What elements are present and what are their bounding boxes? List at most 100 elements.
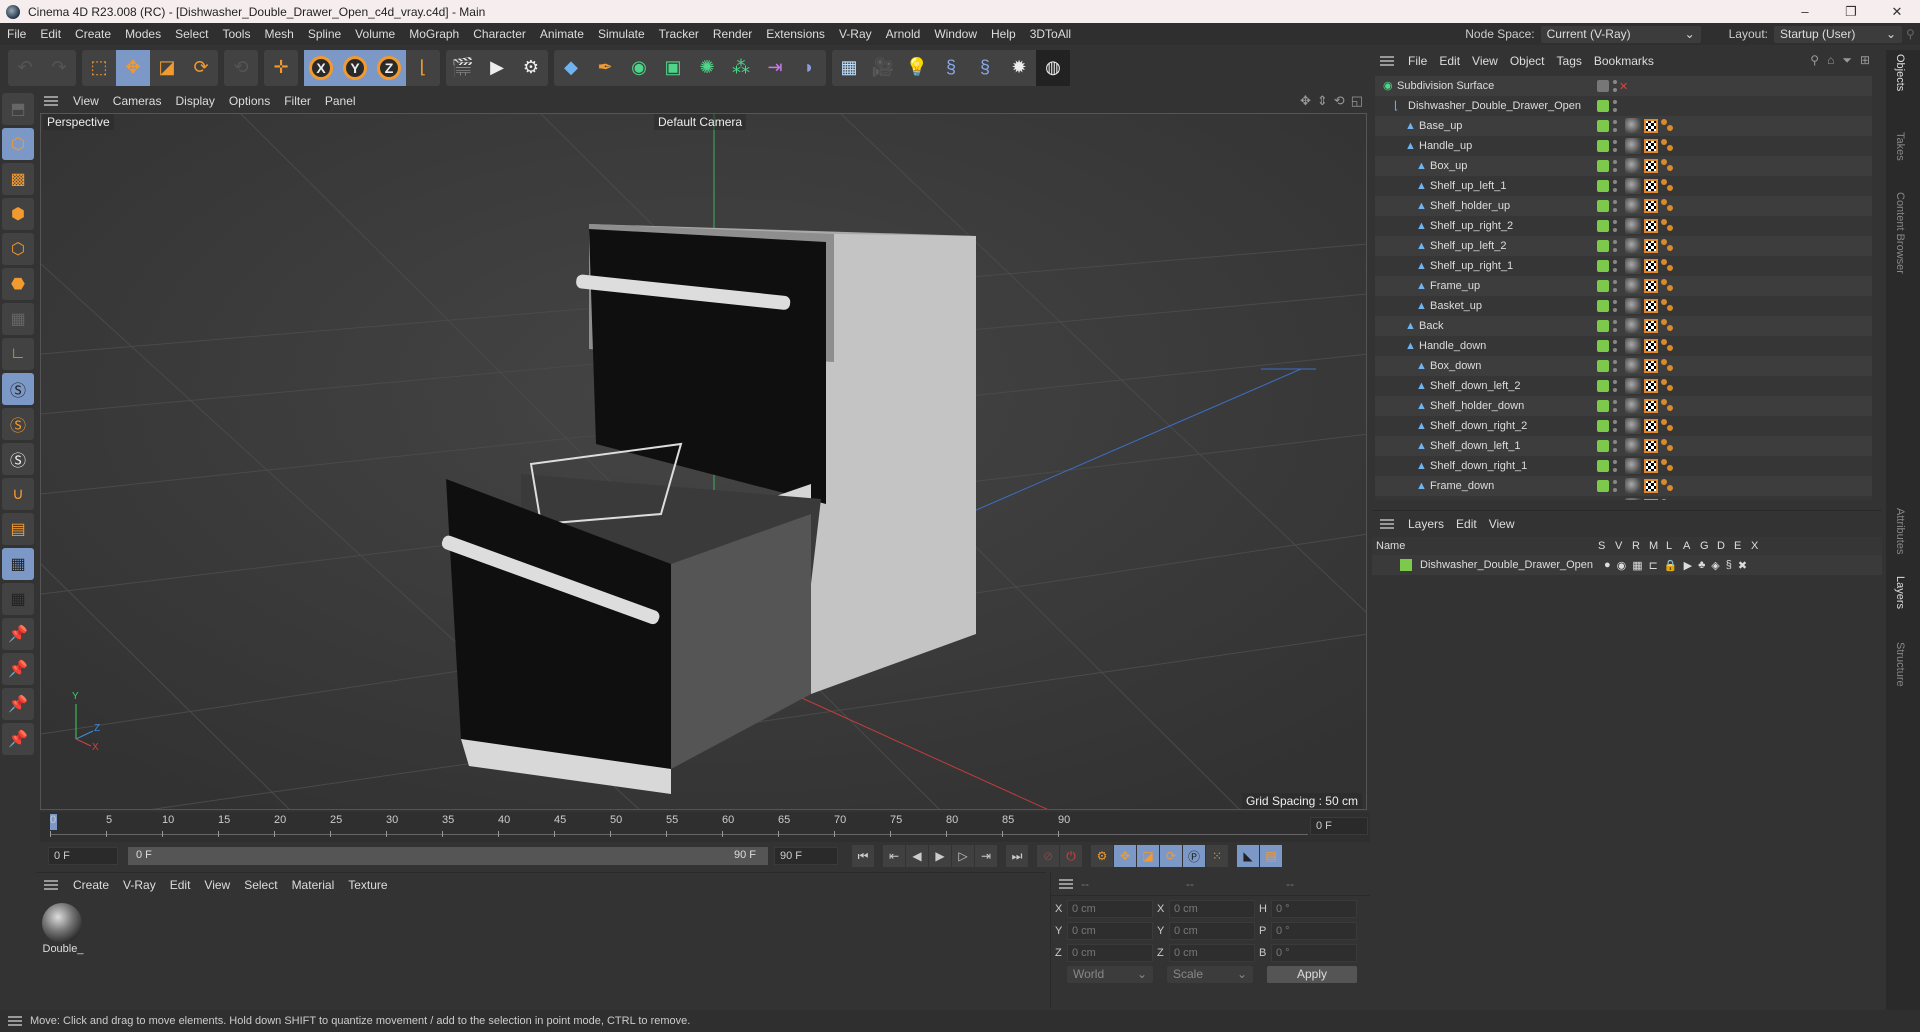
material-tag-icon[interactable] bbox=[1625, 378, 1641, 394]
hamburger-menu-icon[interactable] bbox=[44, 880, 58, 890]
uvw-tag-icon[interactable] bbox=[1644, 119, 1658, 133]
deformers-icon[interactable]: ◈ bbox=[1711, 559, 1719, 572]
uvw-tag-icon[interactable] bbox=[1644, 439, 1658, 453]
layer-column-m[interactable]: M bbox=[1649, 540, 1666, 552]
viewport-menu-options[interactable]: Options bbox=[222, 94, 277, 108]
object-row[interactable]: ▲ Box_up bbox=[1375, 156, 1872, 176]
material-tag-icon[interactable] bbox=[1625, 358, 1641, 374]
visibility-dots[interactable] bbox=[1613, 400, 1617, 412]
vray-tag-icon[interactable] bbox=[1661, 199, 1675, 213]
layer-column-name[interactable]: Name bbox=[1372, 540, 1598, 552]
object-row[interactable]: ▲ Shelf_up_left_2 bbox=[1375, 236, 1872, 256]
motion-system-icon[interactable]: ◣ bbox=[1237, 845, 1259, 867]
side-tab-content-browser[interactable]: Content Browser bbox=[1894, 192, 1906, 274]
material-tag-icon[interactable] bbox=[1625, 218, 1641, 234]
visibility-dots[interactable] bbox=[1613, 380, 1617, 392]
visibility-dots[interactable] bbox=[1613, 360, 1617, 372]
layer-column-d[interactable]: D bbox=[1717, 540, 1734, 552]
coordinate-field[interactable]: 0 cm bbox=[1169, 900, 1255, 918]
material-tag-icon[interactable] bbox=[1625, 478, 1641, 494]
vray-tag-icon[interactable] bbox=[1661, 439, 1675, 453]
layer-column-e[interactable]: E bbox=[1734, 540, 1751, 552]
uvw-tag-icon[interactable] bbox=[1644, 259, 1658, 273]
layer-column-g[interactable]: G bbox=[1700, 540, 1717, 552]
layer-column-s[interactable]: S bbox=[1598, 540, 1615, 552]
object-row[interactable]: ▲ Shelf_down_left_2 bbox=[1375, 376, 1872, 396]
visibility-dots[interactable] bbox=[1613, 180, 1617, 192]
pan-view-icon[interactable]: ✥ bbox=[1300, 93, 1311, 109]
viewport-camera-name[interactable]: Default Camera bbox=[654, 114, 747, 130]
material-tag-icon[interactable] bbox=[1625, 178, 1641, 194]
node-space-dropdown[interactable]: Current (V-Ray) ⌄ bbox=[1540, 25, 1701, 43]
rotate-view-icon[interactable]: ⟲ bbox=[1334, 93, 1345, 109]
visibility-dots[interactable] bbox=[1613, 280, 1617, 292]
psr-icon[interactable]: ⟲ bbox=[224, 50, 258, 86]
layer-color-swatch[interactable] bbox=[1597, 100, 1609, 112]
rotate-icon[interactable]: ⟳ bbox=[184, 50, 218, 86]
object-row[interactable]: ▲ Back bbox=[1375, 316, 1872, 336]
layer-column-r[interactable]: R bbox=[1632, 540, 1649, 552]
visible-editor-icon[interactable]: ◉ bbox=[1617, 559, 1627, 572]
object-row[interactable]: ▲ Base_up bbox=[1375, 116, 1872, 136]
menu-3dtoall[interactable]: 3DToAll bbox=[1023, 27, 1078, 41]
viewport-menu-view[interactable]: View bbox=[66, 94, 106, 108]
visibility-dots[interactable] bbox=[1613, 220, 1617, 232]
make-editable-icon[interactable]: ⬒ bbox=[2, 93, 34, 125]
live-selection-icon[interactable]: ⬚ bbox=[82, 50, 116, 86]
layer-color-swatch[interactable] bbox=[1597, 320, 1609, 332]
visibility-dots[interactable] bbox=[1613, 300, 1617, 312]
material-tag-icon[interactable] bbox=[1625, 198, 1641, 214]
visible-render-icon[interactable]: ▦ bbox=[1632, 559, 1642, 572]
new-window-icon[interactable]: ⊞ bbox=[1860, 53, 1870, 68]
key-position-icon[interactable]: ✥ bbox=[1114, 845, 1136, 867]
object-row[interactable]: ▲Basket_down bbox=[1375, 496, 1872, 500]
menu-mograph[interactable]: MoGraph bbox=[402, 27, 466, 41]
uv-mode-icon[interactable]: ▦ bbox=[2, 303, 34, 335]
visibility-dots[interactable] bbox=[1613, 320, 1617, 332]
coordinate-space-dropdown[interactable]: World ⌄ bbox=[1067, 966, 1153, 983]
editor-toggle[interactable] bbox=[1597, 80, 1609, 92]
previous-key-icon[interactable]: ⇤ bbox=[883, 845, 905, 867]
side-tab-attributes[interactable]: Attributes bbox=[1894, 508, 1906, 554]
pin-icon[interactable]: 📌 bbox=[2, 618, 34, 650]
record-icon[interactable]: ⊘ bbox=[1037, 845, 1059, 867]
object-list[interactable]: ◉ Subdivision Surface ✕ ⌊ Dishwasher_Double_… bbox=[1375, 76, 1872, 500]
coordinate-field[interactable]: 0 cm bbox=[1067, 944, 1153, 962]
render-settings-icon[interactable]: ⚙ bbox=[514, 50, 548, 86]
undo-icon[interactable]: ↶ bbox=[8, 50, 42, 86]
layers-menu-edit[interactable]: Edit bbox=[1450, 517, 1483, 531]
workplane-align-icon[interactable]: ▦ bbox=[2, 583, 34, 615]
material-tag-icon[interactable] bbox=[1625, 498, 1641, 500]
current-frame-field[interactable]: 0 F bbox=[1310, 817, 1368, 835]
material-tag-icon[interactable] bbox=[1625, 278, 1641, 294]
material-tag-icon[interactable] bbox=[1625, 138, 1641, 154]
object-row[interactable]: ▲ Handle_up bbox=[1375, 136, 1872, 156]
layer-column-a[interactable]: A bbox=[1683, 540, 1700, 552]
workplane-icon[interactable]: ▤ bbox=[2, 513, 34, 545]
key-parameter-icon[interactable]: Ⓟ bbox=[1183, 845, 1205, 867]
close-button[interactable]: ✕ bbox=[1874, 0, 1920, 23]
search-icon[interactable]: ⚲ bbox=[1906, 27, 1920, 41]
model-mode-icon[interactable]: ⬡ bbox=[2, 128, 34, 160]
pin-p-icon[interactable]: 📌 bbox=[2, 653, 34, 685]
vray-tag-icon[interactable] bbox=[1661, 159, 1675, 173]
layer-color-swatch[interactable] bbox=[1400, 559, 1412, 571]
side-tab-takes[interactable]: Takes bbox=[1894, 132, 1906, 161]
material-tag-icon[interactable] bbox=[1625, 458, 1641, 474]
previous-frame-icon[interactable]: ◀ bbox=[906, 845, 928, 867]
layer-color-swatch[interactable] bbox=[1597, 300, 1609, 312]
material-menu-view[interactable]: View bbox=[197, 878, 237, 892]
material-tag-icon[interactable] bbox=[1625, 438, 1641, 454]
viewport-menu-cameras[interactable]: Cameras bbox=[106, 94, 169, 108]
menu-spline[interactable]: Spline bbox=[301, 27, 348, 41]
apply-button[interactable]: Apply bbox=[1267, 966, 1357, 983]
visibility-dots[interactable] bbox=[1613, 80, 1617, 92]
object-row[interactable]: ▲ Box_down bbox=[1375, 356, 1872, 376]
expressions-icon[interactable]: § bbox=[1726, 559, 1732, 572]
layer-color-swatch[interactable] bbox=[1597, 160, 1609, 172]
material-menu-v-ray[interactable]: V-Ray bbox=[116, 878, 163, 892]
hamburger-menu-icon[interactable] bbox=[8, 1016, 22, 1026]
object-row[interactable]: ▲ Shelf_holder_down bbox=[1375, 396, 1872, 416]
uvw-tag-icon[interactable] bbox=[1644, 399, 1658, 413]
menu-modes[interactable]: Modes bbox=[118, 27, 168, 41]
